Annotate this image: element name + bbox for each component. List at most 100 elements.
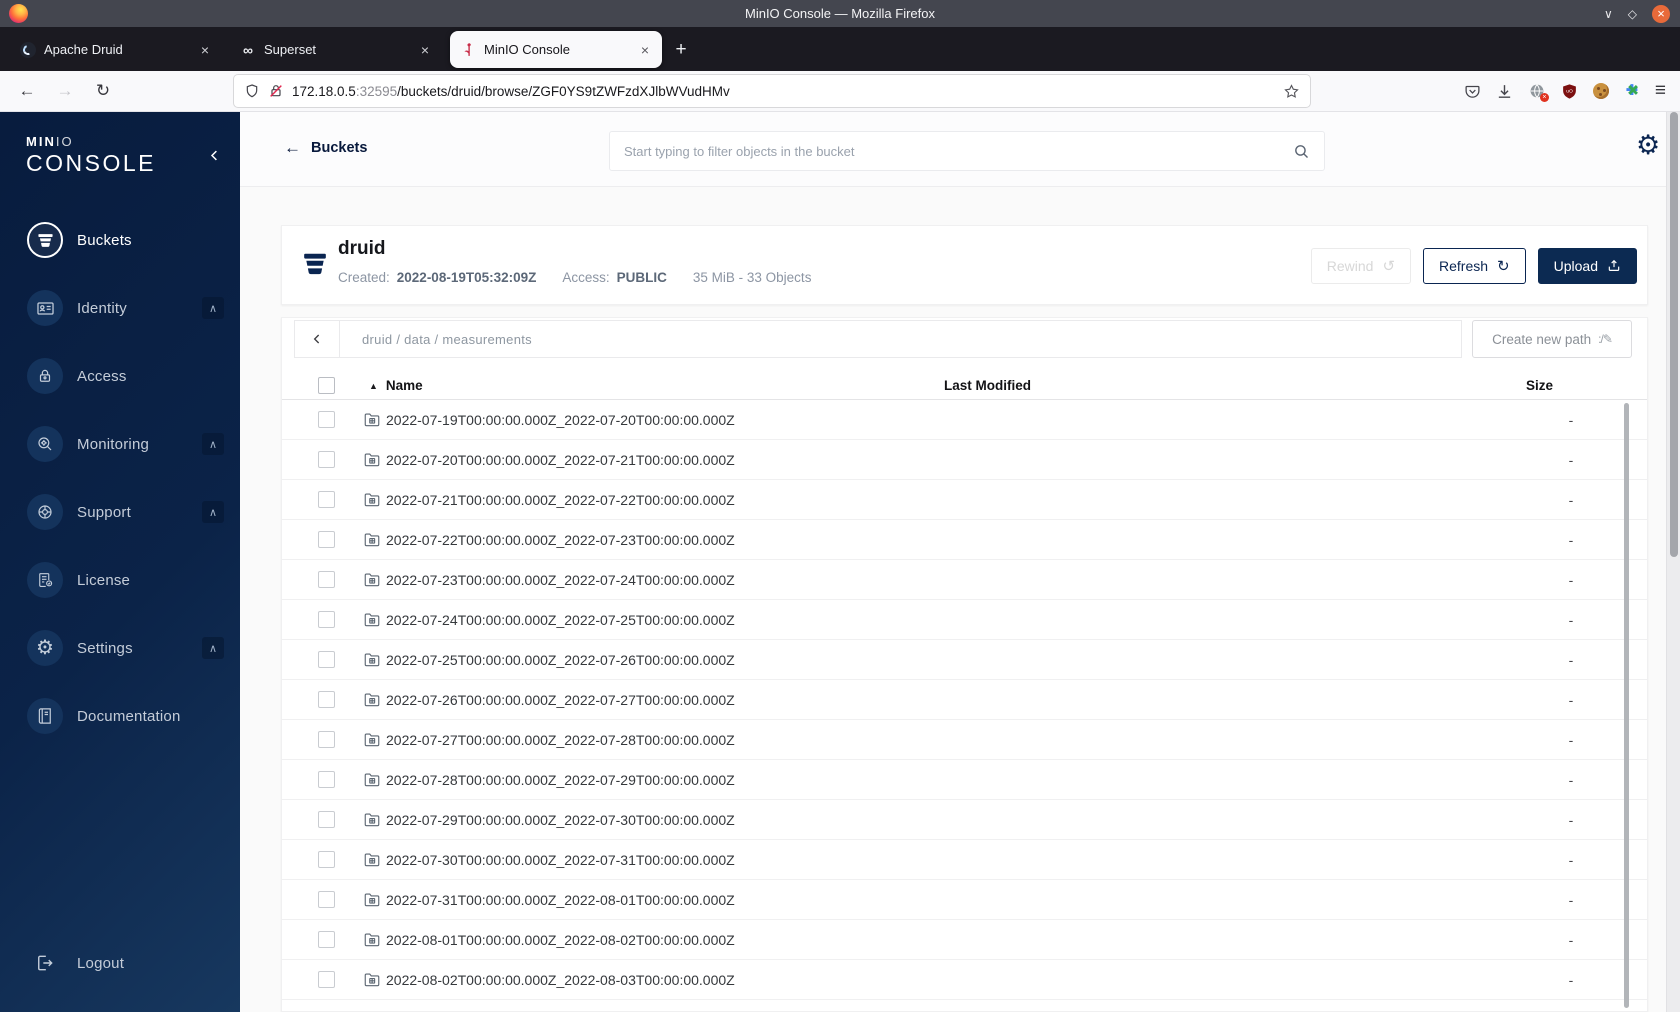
sidebar-item-monitoring[interactable]: Monitoring ∧ xyxy=(0,424,240,464)
sidebar-collapse-icon[interactable] xyxy=(207,148,222,163)
row-checkbox[interactable] xyxy=(318,611,335,628)
tab-minio-console[interactable]: MinIO Console × xyxy=(450,31,662,68)
url-bar[interactable]: 172.18.0.5:32595/buckets/druid/browse/ZG… xyxy=(234,75,1310,107)
new-tab-button[interactable]: + xyxy=(666,35,696,65)
table-row[interactable]: 2022-07-31T00:00:00.000Z_2022-08-01T00:0… xyxy=(282,880,1647,920)
object-name[interactable]: 2022-08-02T00:00:00.000Z_2022-08-03T00:0… xyxy=(386,972,735,988)
pocket-icon[interactable] xyxy=(1464,83,1481,100)
downloads-icon[interactable] xyxy=(1496,83,1513,100)
sidebar-item-identity[interactable]: Identity ∧ xyxy=(0,288,240,328)
window-maximize-icon[interactable]: ◇ xyxy=(1628,7,1637,21)
tab-apache-druid[interactable]: Apache Druid × xyxy=(10,31,222,68)
refresh-button[interactable]: Refresh ↻ xyxy=(1423,248,1526,284)
reload-button[interactable]: ↻ xyxy=(88,76,118,106)
table-row[interactable]: 2022-07-27T00:00:00.000Z_2022-07-28T00:0… xyxy=(282,720,1647,760)
tab-close-icon[interactable]: × xyxy=(638,42,652,58)
window-minimize-icon[interactable]: ∨ xyxy=(1604,7,1613,21)
back-button[interactable]: ← xyxy=(12,76,42,106)
sidebar-item-documentation[interactable]: Documentation xyxy=(0,696,240,736)
row-checkbox[interactable] xyxy=(318,411,335,428)
object-name[interactable]: 2022-07-21T00:00:00.000Z_2022-07-22T00:0… xyxy=(386,492,735,508)
row-checkbox[interactable] xyxy=(318,891,335,908)
row-checkbox[interactable] xyxy=(318,691,335,708)
object-name[interactable]: 2022-07-22T00:00:00.000Z_2022-07-23T00:0… xyxy=(386,532,735,548)
table-row[interactable]: 2022-07-25T00:00:00.000Z_2022-07-26T00:0… xyxy=(282,640,1647,680)
table-row[interactable]: 2022-07-20T00:00:00.000Z_2022-07-21T00:0… xyxy=(282,440,1647,480)
row-checkbox[interactable] xyxy=(318,651,335,668)
row-checkbox[interactable] xyxy=(318,971,335,988)
sidebar-item-label: Logout xyxy=(77,954,125,972)
object-name[interactable]: 2022-07-31T00:00:00.000Z_2022-08-01T00:0… xyxy=(386,892,735,908)
bookmark-star-icon[interactable] xyxy=(1283,83,1300,100)
access-value[interactable]: PUBLIC xyxy=(617,270,667,285)
table-row[interactable]: 2022-07-23T00:00:00.000Z_2022-07-24T00:0… xyxy=(282,560,1647,600)
cookie-extension-icon[interactable] xyxy=(1592,83,1609,99)
table-row[interactable]: 2022-07-19T00:00:00.000Z_2022-07-20T00:0… xyxy=(282,400,1647,440)
path-back-chevron-icon[interactable] xyxy=(295,321,340,357)
table-row[interactable]: 2022-08-01T00:00:00.000Z_2022-08-02T00:0… xyxy=(282,920,1647,960)
table-row[interactable]: 2022-07-24T00:00:00.000Z_2022-07-25T00:0… xyxy=(282,600,1647,640)
folder-icon xyxy=(363,411,381,429)
object-name[interactable]: 2022-07-24T00:00:00.000Z_2022-07-25T00:0… xyxy=(386,612,735,628)
row-checkbox[interactable] xyxy=(318,491,335,508)
object-name[interactable]: 2022-07-26T00:00:00.000Z_2022-07-27T00:0… xyxy=(386,692,735,708)
chevron-up-icon[interactable]: ∧ xyxy=(202,637,224,659)
table-row[interactable]: 2022-07-30T00:00:00.000Z_2022-07-31T00:0… xyxy=(282,840,1647,880)
sidebar-item-settings[interactable]: ⚙ Settings ∧ xyxy=(0,628,240,668)
sidebar-item-buckets[interactable]: Buckets xyxy=(0,220,240,260)
object-name[interactable]: 2022-07-20T00:00:00.000Z_2022-07-21T00:0… xyxy=(386,452,735,468)
sidebar-item-access[interactable]: Access xyxy=(0,356,240,396)
sidebar-item-support[interactable]: Support ∧ xyxy=(0,492,240,532)
row-checkbox[interactable] xyxy=(318,931,335,948)
row-checkbox[interactable] xyxy=(318,571,335,588)
object-name[interactable]: 2022-07-23T00:00:00.000Z_2022-07-24T00:0… xyxy=(386,572,735,588)
upload-button[interactable]: Upload xyxy=(1537,248,1637,284)
create-new-path-button[interactable]: Create new path :/✎ xyxy=(1472,320,1632,358)
object-table-body: 2022-07-19T00:00:00.000Z_2022-07-20T00:0… xyxy=(282,400,1647,1010)
shield-icon[interactable] xyxy=(244,83,260,99)
row-checkbox[interactable] xyxy=(318,731,335,748)
row-checkbox[interactable] xyxy=(318,451,335,468)
back-to-buckets-link[interactable]: ← Buckets xyxy=(284,138,367,158)
chevron-up-icon[interactable]: ∧ xyxy=(202,501,224,523)
console-settings-gear-icon[interactable]: ⚙ xyxy=(1636,132,1660,159)
extension-globe-icon[interactable]: × xyxy=(1528,82,1549,102)
table-row[interactable]: 2022-07-28T00:00:00.000Z_2022-07-29T00:0… xyxy=(282,760,1647,800)
object-name[interactable]: 2022-08-01T00:00:00.000Z_2022-08-02T00:0… xyxy=(386,932,735,948)
object-name[interactable]: 2022-07-30T00:00:00.000Z_2022-07-31T00:0… xyxy=(386,852,735,868)
sidebar-item-logout[interactable]: Logout xyxy=(0,943,240,983)
table-row[interactable]: 2022-07-21T00:00:00.000Z_2022-07-22T00:0… xyxy=(282,480,1647,520)
tab-close-icon[interactable]: × xyxy=(418,42,432,58)
object-name[interactable]: 2022-07-27T00:00:00.000Z_2022-07-28T00:0… xyxy=(386,732,735,748)
page-scrollbar-thumb[interactable] xyxy=(1669,112,1678,557)
table-row[interactable]: 2022-08-02T00:00:00.000Z_2022-08-03T00:0… xyxy=(282,960,1647,1000)
row-checkbox[interactable] xyxy=(318,851,335,868)
colorful-asterisk-extension-icon[interactable]: ✚ ✚ xyxy=(1622,80,1643,101)
menu-hamburger-icon[interactable]: ≡ xyxy=(1655,80,1666,102)
page-scrollbar[interactable] xyxy=(1666,112,1680,1012)
object-name[interactable]: 2022-07-19T00:00:00.000Z_2022-07-20T00:0… xyxy=(386,412,735,428)
sidebar-item-license[interactable]: License xyxy=(0,560,240,600)
object-name[interactable]: 2022-07-29T00:00:00.000Z_2022-07-30T00:0… xyxy=(386,812,735,828)
chevron-up-icon[interactable]: ∧ xyxy=(202,433,224,455)
chevron-up-icon[interactable]: ∧ xyxy=(202,297,224,319)
select-all-checkbox[interactable] xyxy=(318,377,335,394)
row-checkbox[interactable] xyxy=(318,811,335,828)
tab-close-icon[interactable]: × xyxy=(198,42,212,58)
table-row[interactable]: 2022-07-26T00:00:00.000Z_2022-07-27T00:0… xyxy=(282,680,1647,720)
tab-superset[interactable]: ∞ Superset × xyxy=(230,31,442,68)
ublock-origin-icon[interactable]: uO xyxy=(1561,83,1578,100)
row-checkbox[interactable] xyxy=(318,531,335,548)
table-row[interactable]: 2022-07-22T00:00:00.000Z_2022-07-23T00:0… xyxy=(282,520,1647,560)
window-close-icon[interactable]: × xyxy=(1652,4,1670,23)
table-scrollbar[interactable] xyxy=(1624,403,1629,1008)
row-checkbox[interactable] xyxy=(318,771,335,788)
object-name[interactable]: 2022-07-28T00:00:00.000Z_2022-07-29T00:0… xyxy=(386,772,735,788)
column-header-name[interactable]: ▲ Name xyxy=(369,378,423,393)
insecure-lock-icon[interactable] xyxy=(268,83,284,99)
object-name[interactable]: 2022-07-25T00:00:00.000Z_2022-07-26T00:0… xyxy=(386,652,735,668)
bucket-name: druid xyxy=(338,238,386,259)
search-input[interactable] xyxy=(624,143,1293,159)
breadcrumb[interactable]: druid / data / measurements xyxy=(362,332,532,347)
table-row[interactable]: 2022-07-29T00:00:00.000Z_2022-07-30T00:0… xyxy=(282,800,1647,840)
